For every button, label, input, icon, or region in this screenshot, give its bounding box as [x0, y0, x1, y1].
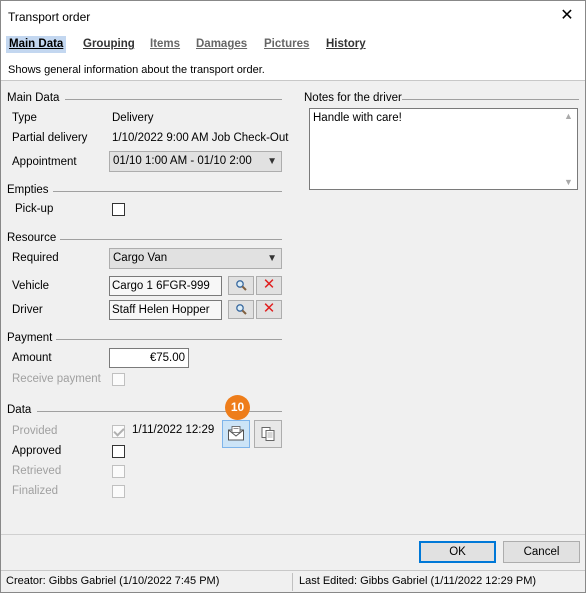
driver-value: Staff Helen Hopper — [112, 304, 210, 316]
finalized-label: Finalized — [12, 485, 59, 497]
description-text: Shows general information about the tran… — [8, 64, 265, 76]
receive-payment-label: Receive payment — [12, 373, 101, 385]
amount-label: Amount — [12, 352, 52, 364]
cancel-button[interactable]: Cancel — [503, 541, 580, 563]
envelope-icon — [228, 426, 244, 441]
chevron-down-icon: ▼ — [267, 156, 277, 167]
amount-field[interactable]: €75.00 — [109, 348, 189, 368]
scroll-up-icon[interactable]: ▲ — [564, 111, 573, 121]
scrollbar[interactable]: ▲ ▼ — [561, 109, 577, 189]
tab-damages[interactable]: Damages — [194, 36, 249, 53]
transport-order-dialog: Transport order ✕ Main Data Grouping Ite… — [0, 0, 586, 593]
approved-label: Approved — [12, 445, 62, 457]
provided-label: Provided — [12, 425, 58, 437]
window-title: Transport order — [8, 10, 91, 24]
provided-checkbox[interactable] — [112, 425, 125, 438]
status-bar: Creator: Gibbs Gabriel (1/10/2022 7:45 P… — [1, 570, 585, 592]
divider — [1, 534, 585, 535]
delete-icon: ✕ — [262, 300, 276, 317]
section-main-data: Main Data — [7, 92, 60, 104]
delivery-note-button[interactable] — [222, 420, 250, 448]
appointment-label: Appointment — [12, 156, 77, 168]
appointment-select[interactable]: 01/10 1:00 AM - 01/10 2:00 ▼ — [109, 151, 282, 172]
appointment-value: 01/10 1:00 AM - 01/10 2:00 — [113, 155, 252, 167]
search-icon — [236, 280, 247, 291]
description-bar: Shows general information about the tran… — [1, 55, 585, 81]
status-separator — [292, 573, 293, 591]
delete-icon: ✕ — [262, 276, 276, 293]
divider — [56, 339, 282, 340]
partial-delivery-value: 1/10/2022 9:00 AM Job Check-Out — [112, 132, 289, 144]
notes-text: Handle with care! — [313, 112, 402, 124]
notes-textarea[interactable]: Handle with care! ▲ ▼ — [309, 108, 578, 190]
tab-pictures[interactable]: Pictures — [262, 36, 311, 53]
vehicle-label: Vehicle — [12, 280, 50, 292]
required-value: Cargo Van — [113, 252, 168, 264]
receive-payment-checkbox[interactable] — [112, 373, 125, 386]
required-select[interactable]: Cargo Van ▼ — [109, 248, 282, 269]
type-value: Delivery — [112, 112, 154, 124]
section-resource: Resource — [7, 232, 57, 244]
required-label: Required — [12, 252, 59, 264]
vehicle-value: Cargo 1 6FGR-999 — [112, 280, 210, 292]
pickup-label: Pick-up — [15, 203, 54, 215]
tab-items[interactable]: Items — [148, 36, 182, 53]
tab-strip: Main Data Grouping Items Damages Picture… — [1, 33, 585, 55]
driver-clear-button[interactable]: ✕ — [256, 300, 282, 319]
creator-status: Creator: Gibbs Gabriel (1/10/2022 7:45 P… — [6, 575, 220, 587]
divider — [60, 239, 282, 240]
approved-checkbox[interactable] — [112, 445, 125, 458]
scroll-down-icon[interactable]: ▼ — [564, 177, 573, 187]
vehicle-field[interactable]: Cargo 1 6FGR-999 — [109, 276, 222, 296]
search-icon — [236, 304, 247, 315]
section-notes: Notes for the driver — [304, 92, 402, 104]
section-empties: Empties — [7, 184, 49, 196]
provided-date: 1/11/2022 12:29 — [132, 424, 215, 436]
close-icon[interactable]: ✕ — [553, 3, 581, 29]
tab-main-data[interactable]: Main Data — [6, 36, 67, 53]
retrieved-label: Retrieved — [12, 465, 62, 477]
vehicle-clear-button[interactable]: ✕ — [256, 276, 282, 295]
copy-button[interactable] — [254, 420, 282, 448]
finalized-checkbox[interactable] — [112, 485, 125, 498]
divider — [53, 191, 282, 192]
divider — [402, 99, 579, 100]
type-label: Type — [12, 112, 37, 124]
section-data: Data — [7, 404, 32, 416]
title-bar: Transport order ✕ — [1, 1, 585, 33]
step-badge: 10 — [225, 395, 250, 420]
vehicle-search-button[interactable] — [228, 276, 254, 295]
ok-button[interactable]: OK — [419, 541, 496, 563]
amount-value: €75.00 — [149, 352, 185, 364]
partial-delivery-label: Partial delivery — [12, 132, 88, 144]
last-edited-status: Last Edited: Gibbs Gabriel (1/11/2022 12… — [299, 575, 537, 587]
chevron-down-icon: ▼ — [267, 253, 277, 264]
driver-label: Driver — [12, 304, 43, 316]
retrieved-checkbox[interactable] — [112, 465, 125, 478]
tab-grouping[interactable]: Grouping — [81, 36, 137, 53]
section-payment: Payment — [7, 332, 53, 344]
pickup-checkbox[interactable] — [112, 203, 125, 216]
driver-search-button[interactable] — [228, 300, 254, 319]
copy-icon — [261, 427, 275, 441]
divider — [65, 99, 282, 100]
driver-field[interactable]: Staff Helen Hopper — [109, 300, 222, 320]
tab-history[interactable]: History — [324, 36, 368, 53]
